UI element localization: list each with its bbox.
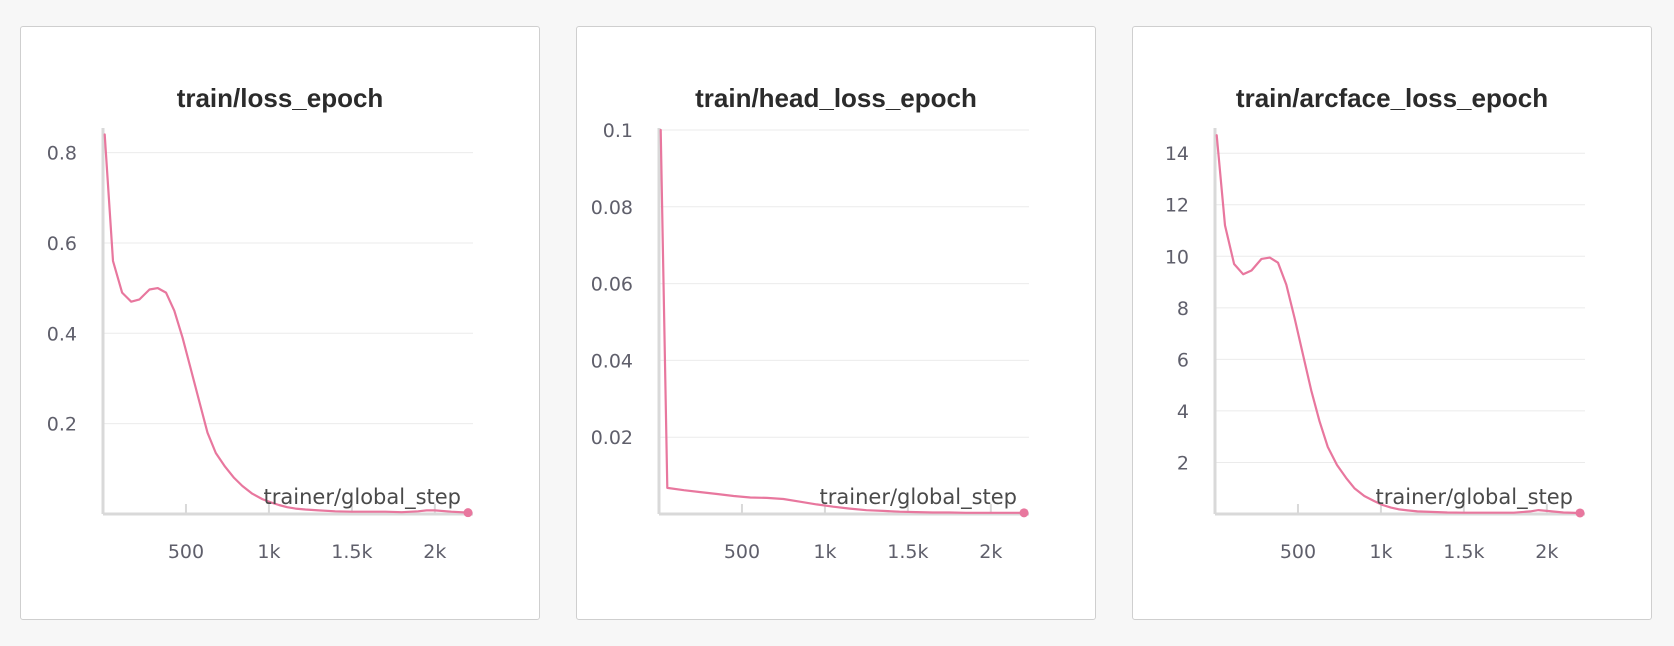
x-tick-label: 2k bbox=[1535, 541, 1558, 563]
x-tick-label: 2k bbox=[979, 541, 1002, 563]
last-point-marker bbox=[1019, 508, 1029, 518]
y-tick-label: 0.08 bbox=[591, 197, 633, 219]
y-tick-label: 14 bbox=[1165, 143, 1189, 165]
x-axis-label: trainer/global_step bbox=[820, 485, 1017, 510]
x-axis-label: trainer/global_step bbox=[1376, 485, 1573, 510]
series-line bbox=[659, 128, 1026, 514]
chart-panel-arcface-loss[interactable]: train/arcface_loss_epoch 2 4 6 8 10 12 14 500 1k… bbox=[1132, 26, 1652, 620]
last-point-marker bbox=[463, 508, 473, 518]
x-tick-label: 500 bbox=[168, 541, 204, 563]
line-chart: 0.02 0.04 0.06 0.08 0.1 500 1k 1.5k 2k trainer/gl… bbox=[591, 120, 1029, 563]
series-line bbox=[103, 133, 470, 514]
y-tick-label: 2 bbox=[1177, 452, 1189, 474]
x-tick-label: 1k bbox=[1369, 541, 1392, 563]
x-tick-label: 1.5k bbox=[887, 541, 928, 563]
y-tick-label: 0.2 bbox=[47, 414, 77, 436]
y-tick-label: 12 bbox=[1165, 195, 1189, 217]
line-chart: 0.2 0.4 0.6 0.8 500 1k 1.5k 2k trainer/global_st… bbox=[47, 128, 473, 563]
x-tick-label: 1.5k bbox=[1443, 541, 1484, 563]
y-tick-label: 4 bbox=[1177, 401, 1189, 423]
x-tick-label: 500 bbox=[724, 541, 760, 563]
x-tick-label: 500 bbox=[1280, 541, 1316, 563]
y-tick-label: 0.6 bbox=[47, 233, 77, 255]
x-tick-label: 2k bbox=[423, 541, 446, 563]
y-tick-label: 10 bbox=[1165, 246, 1189, 268]
y-tick-label: 0.1 bbox=[603, 120, 633, 142]
chart-panel-loss[interactable]: train/loss_epoch 0.2 0.4 0.6 0.8 500 1k 1.5k 2k… bbox=[20, 26, 540, 620]
x-axis-label: trainer/global_step bbox=[264, 485, 461, 510]
y-tick-label: 0.4 bbox=[47, 323, 77, 345]
x-tick-label: 1k bbox=[257, 541, 280, 563]
last-point-marker bbox=[1575, 508, 1585, 518]
y-tick-label: 0.8 bbox=[47, 143, 77, 165]
line-chart: 2 4 6 8 10 12 14 500 1k 1.5k 2k trainer/global_step bbox=[1165, 128, 1585, 563]
y-tick-label: 0.04 bbox=[591, 350, 633, 372]
y-tick-label: 6 bbox=[1177, 349, 1189, 371]
x-tick-label: 1k bbox=[813, 541, 836, 563]
chart-panels: train/loss_epoch 0.2 0.4 0.6 0.8 500 1k 1.5k 2k… bbox=[0, 0, 1674, 646]
series-line bbox=[1215, 134, 1582, 515]
chart-panel-head-loss[interactable]: train/head_loss_epoch 0.02 0.04 0.06 0.08 0.… bbox=[576, 26, 1096, 620]
y-tick-label: 8 bbox=[1177, 298, 1189, 320]
x-tick-label: 1.5k bbox=[331, 541, 372, 563]
y-tick-label: 0.06 bbox=[591, 274, 633, 296]
y-tick-label: 0.02 bbox=[591, 427, 633, 449]
